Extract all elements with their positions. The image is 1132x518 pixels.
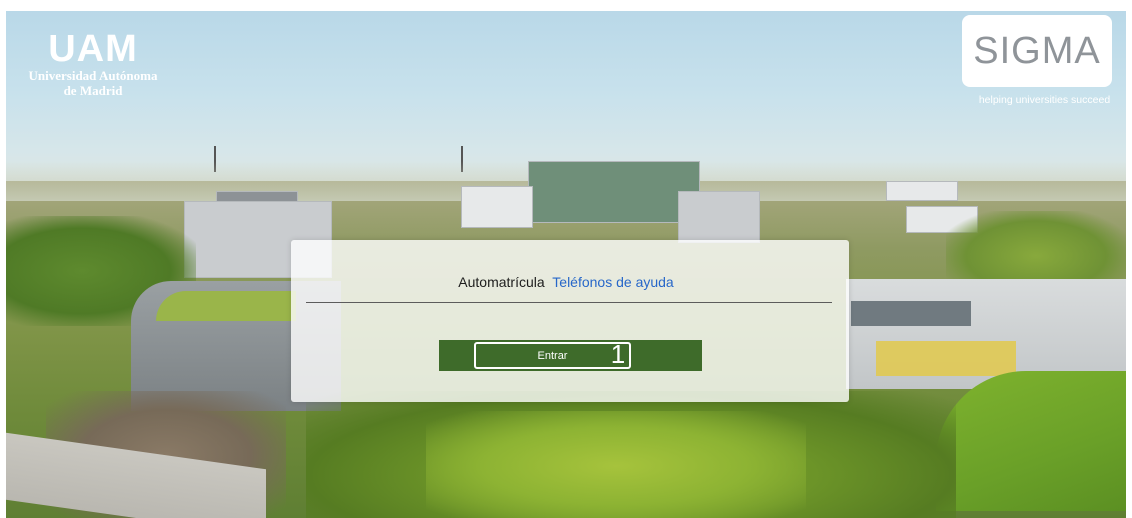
building <box>528 161 700 223</box>
panel-links: Automatrícula Teléfonos de ayuda <box>0 274 1132 290</box>
sigma-tagline: helping universities succeed <box>978 94 1111 106</box>
green-roof <box>156 291 296 321</box>
help-phones-link[interactable]: Teléfonos de ayuda <box>552 274 673 290</box>
building <box>886 181 958 201</box>
building <box>876 341 1016 376</box>
building <box>461 186 533 228</box>
sigma-logo: SIGMA <box>962 15 1112 87</box>
sigma-logo-text: SIGMA <box>973 29 1101 72</box>
enter-button-label: Entrar <box>537 349 568 362</box>
building <box>851 301 971 326</box>
uam-logo-line1: Universidad Autónoma <box>28 68 158 83</box>
building <box>678 191 760 243</box>
uam-logo: UAM Universidad Autónoma de Madrid <box>8 30 178 98</box>
uam-logo-mark: UAM <box>48 28 138 70</box>
login-panel <box>291 240 849 402</box>
divider <box>306 302 832 303</box>
trees <box>426 411 806 518</box>
uam-logo-line2: de Madrid <box>63 83 123 98</box>
automatricula-label: Automatrícula <box>458 274 545 290</box>
enter-button[interactable]: Entrar <box>474 342 631 369</box>
step-marker: 1 <box>610 339 626 369</box>
